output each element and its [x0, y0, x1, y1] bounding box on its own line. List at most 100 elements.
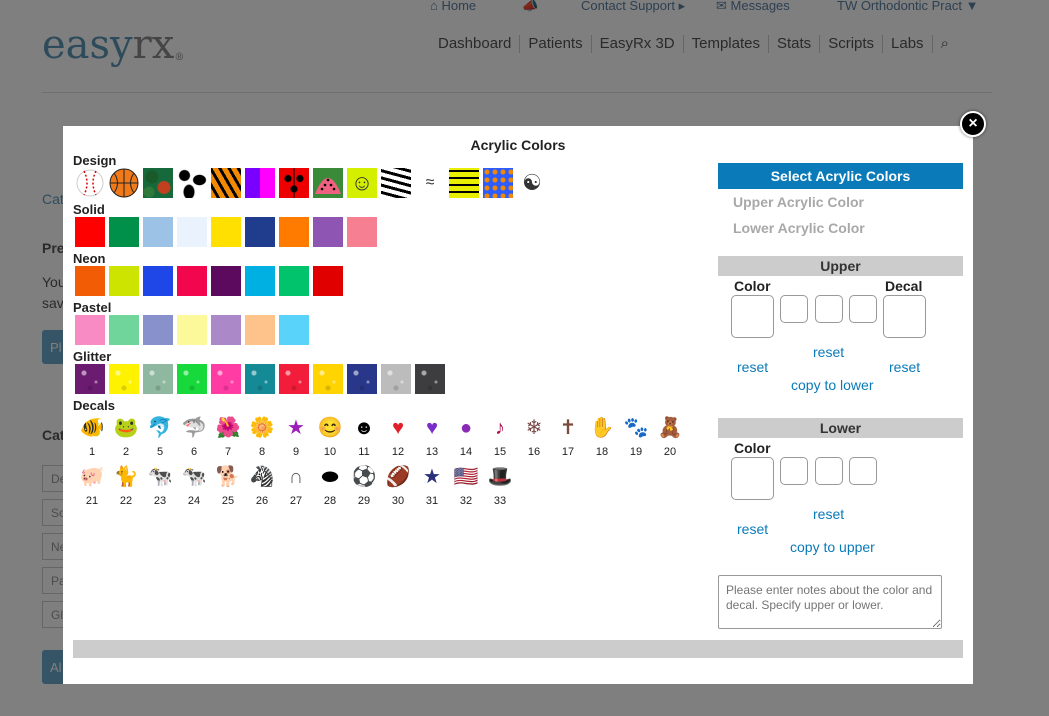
copy-to-lower-link[interactable]: copy to lower: [791, 377, 873, 393]
select-acrylic-colors-button[interactable]: Select Acrylic Colors: [718, 163, 963, 189]
glitter-swatch-5[interactable]: [211, 364, 241, 394]
design-ladybug-swatch[interactable]: [279, 168, 309, 198]
decal-31[interactable]: ★ 31: [415, 462, 449, 511]
solid-swatch-9[interactable]: [347, 217, 377, 247]
glitter-swatch-1[interactable]: [75, 364, 105, 394]
design-camo-swatch[interactable]: [143, 168, 173, 198]
pastel-swatch-2[interactable]: [109, 315, 139, 345]
pastel-swatch-5[interactable]: [211, 315, 241, 345]
pastel-swatch-4[interactable]: [177, 315, 207, 345]
decal-2[interactable]: 🐸 2: [109, 413, 143, 462]
decal-12[interactable]: ♥ 12: [381, 413, 415, 462]
pastel-swatch-3[interactable]: [143, 315, 173, 345]
design-smiley-green-swatch[interactable]: ☺: [347, 168, 377, 198]
design-yellow-stripe-swatch[interactable]: [449, 168, 479, 198]
upper-swatch-slot-3[interactable]: [849, 295, 877, 323]
design-tiger-swatch[interactable]: [211, 168, 241, 198]
decal-8[interactable]: 🌼 8: [245, 413, 279, 462]
decal-32[interactable]: 🇺🇸 32: [449, 462, 483, 511]
upper-color-box[interactable]: [731, 295, 774, 338]
decal-9[interactable]: ★ 9: [279, 413, 313, 462]
glitter-swatch-9[interactable]: [347, 364, 377, 394]
neon-swatch-4[interactable]: [177, 266, 207, 296]
decal-7[interactable]: 🌺 7: [211, 413, 245, 462]
lower-reset-color-link[interactable]: reset: [737, 521, 768, 537]
glitter-swatch-6[interactable]: [245, 364, 275, 394]
solid-swatch-6[interactable]: [245, 217, 275, 247]
solid-swatch-5[interactable]: [211, 217, 241, 247]
lower-swatch-slot-2[interactable]: [815, 457, 843, 485]
upper-reset-center-link[interactable]: reset: [813, 344, 844, 360]
decal-29[interactable]: ⚽ 29: [347, 462, 381, 511]
decal-1[interactable]: 🐠 1: [75, 413, 109, 462]
decal-26[interactable]: 🦓 26: [245, 462, 279, 511]
design-wave-swatch[interactable]: ≈: [415, 168, 445, 198]
upper-swatch-slot-1[interactable]: [780, 295, 808, 323]
decal-17[interactable]: ✝ 17: [551, 413, 585, 462]
design-baseball-swatch[interactable]: [75, 168, 105, 198]
decal-20[interactable]: 🧸 20: [653, 413, 687, 462]
decal-33[interactable]: 🎩 33: [483, 462, 517, 511]
lower-acrylic-color-link[interactable]: Lower Acrylic Color: [733, 220, 865, 236]
upper-decal-box[interactable]: [883, 295, 926, 338]
neon-swatch-2[interactable]: [109, 266, 139, 296]
upper-swatch-slot-2[interactable]: [815, 295, 843, 323]
decal-19[interactable]: 🐾 19: [619, 413, 653, 462]
decal-10[interactable]: 😊 10: [313, 413, 347, 462]
lower-swatch-slot-1[interactable]: [780, 457, 808, 485]
pastel-swatch-7[interactable]: [279, 315, 309, 345]
decal-28[interactable]: ⬬ 28: [313, 462, 347, 511]
pastel-swatch-1[interactable]: [75, 315, 105, 345]
glitter-swatch-10[interactable]: [381, 364, 411, 394]
solid-swatch-2[interactable]: [109, 217, 139, 247]
decal-30[interactable]: 🏈 30: [381, 462, 415, 511]
decal-14[interactable]: ● 14: [449, 413, 483, 462]
solid-swatch-8[interactable]: [313, 217, 343, 247]
glitter-swatch-11[interactable]: [415, 364, 445, 394]
upper-reset-decal-link[interactable]: reset: [889, 359, 920, 375]
glitter-swatch-7[interactable]: [279, 364, 309, 394]
design-yin-yang-swatch[interactable]: ☯: [517, 168, 547, 198]
solid-swatch-3[interactable]: [143, 217, 173, 247]
design-zebra-swatch[interactable]: [381, 168, 411, 198]
decal-6[interactable]: 🦈 6: [177, 413, 211, 462]
decal-27[interactable]: ∩ 27: [279, 462, 313, 511]
neon-swatch-7[interactable]: [279, 266, 309, 296]
decal-13[interactable]: ♥ 13: [415, 413, 449, 462]
notes-textarea[interactable]: [718, 575, 942, 629]
decal-16[interactable]: ❄ 16: [517, 413, 551, 462]
upper-acrylic-color-link[interactable]: Upper Acrylic Color: [733, 194, 864, 210]
decal-18[interactable]: ✋ 18: [585, 413, 619, 462]
close-icon[interactable]: ×: [960, 111, 986, 137]
solid-swatch-4[interactable]: [177, 217, 207, 247]
neon-swatch-6[interactable]: [245, 266, 275, 296]
glitter-swatch-3[interactable]: [143, 364, 173, 394]
neon-swatch-1[interactable]: [75, 266, 105, 296]
copy-to-upper-link[interactable]: copy to upper: [790, 539, 875, 555]
design-watermelon-swatch[interactable]: [313, 168, 343, 198]
lower-color-box[interactable]: [731, 457, 774, 500]
lower-swatch-slot-3[interactable]: [849, 457, 877, 485]
solid-swatch-7[interactable]: [279, 217, 309, 247]
upper-reset-color-link[interactable]: reset: [737, 359, 768, 375]
neon-swatch-5[interactable]: [211, 266, 241, 296]
glitter-swatch-4[interactable]: [177, 364, 207, 394]
decal-22[interactable]: 🐈 22: [109, 462, 143, 511]
design-cow-print-swatch[interactable]: [177, 168, 207, 198]
design-purple-pink-swatch[interactable]: [245, 168, 275, 198]
neon-swatch-8[interactable]: [313, 266, 343, 296]
solid-swatch-1[interactable]: [75, 217, 105, 247]
decal-24[interactable]: 🐄 24: [177, 462, 211, 511]
decal-23[interactable]: 🐄 23: [143, 462, 177, 511]
decal-15[interactable]: ♪ 15: [483, 413, 517, 462]
decal-11[interactable]: ☻ 11: [347, 413, 381, 462]
neon-swatch-3[interactable]: [143, 266, 173, 296]
design-blue-dots-swatch[interactable]: [483, 168, 513, 198]
decal-21[interactable]: 🐖 21: [75, 462, 109, 511]
glitter-swatch-2[interactable]: [109, 364, 139, 394]
decal-5[interactable]: 🐬 5: [143, 413, 177, 462]
glitter-swatch-8[interactable]: [313, 364, 343, 394]
decal-25[interactable]: 🐕 25: [211, 462, 245, 511]
pastel-swatch-6[interactable]: [245, 315, 275, 345]
design-basketball-swatch[interactable]: [109, 168, 139, 198]
